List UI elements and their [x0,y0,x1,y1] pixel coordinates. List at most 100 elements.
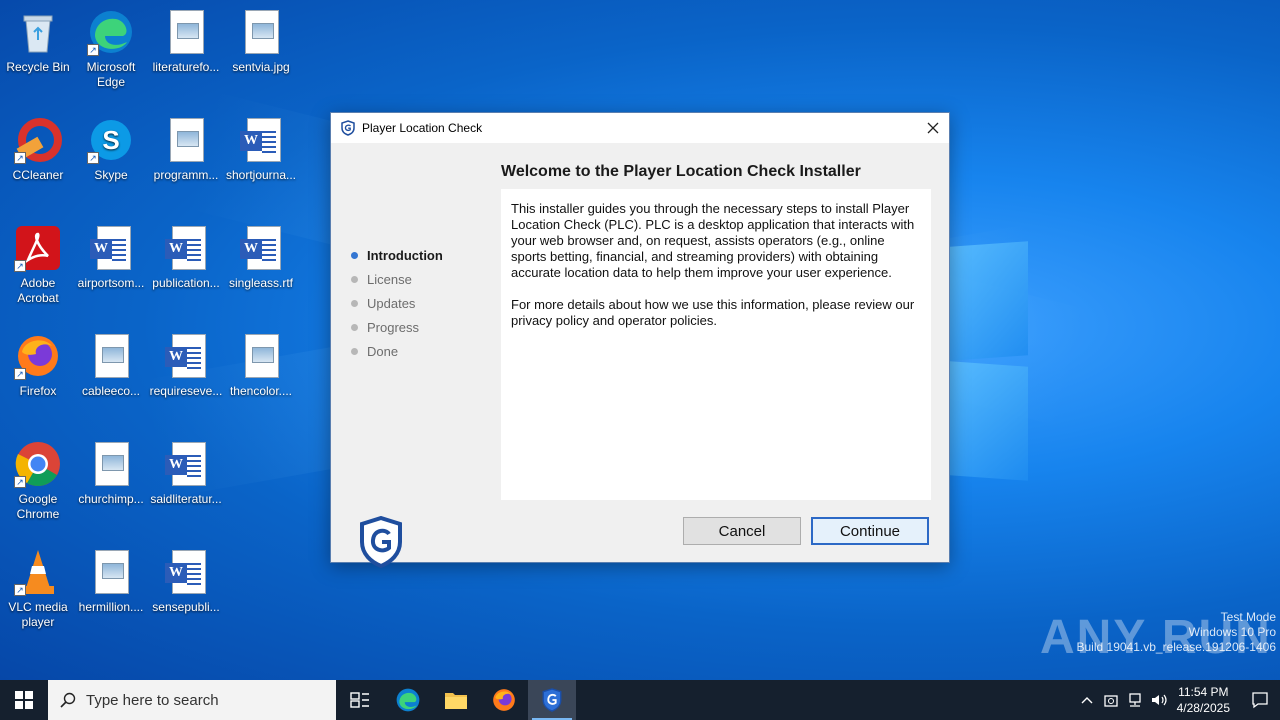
shortcut-arrow-icon: ↗ [14,368,26,380]
step-dot-icon [351,275,358,283]
taskbar-player-location-check[interactable] [528,680,576,720]
google-chrome-icon: ↗ [14,440,62,488]
word-document-icon: W [162,224,210,272]
image-file-icon [87,440,135,488]
desktop-icon-file[interactable]: programm... [148,116,224,183]
desktop-icon-recycle-bin[interactable]: Recycle Bin [0,8,76,75]
installer-heading: Welcome to the Player Location Check Ins… [501,163,861,180]
chevron-up-icon [1081,697,1093,704]
notification-icon [1252,692,1268,709]
shortcut-arrow-icon: ↗ [14,584,26,596]
step-dot-icon [351,299,358,307]
image-file-icon [87,548,135,596]
close-icon [927,122,939,134]
svg-text:S: S [102,125,119,155]
shield-icon [341,120,355,136]
desktop-icon-label: thencolor.... [229,384,293,398]
close-button[interactable] [917,113,949,143]
dialog-titlebar[interactable]: Player Location Check [331,113,949,143]
desktop-icon-ccleaner[interactable]: ↗ CCleaner [0,116,76,183]
shortcut-arrow-icon: ↗ [14,260,26,272]
intro-paragraph: This installer guides you through the ne… [511,201,915,280]
desktop-icon-skype[interactable]: S ↗ Skype [73,116,149,183]
desktop-icon-label: Microsoft Edge [86,60,136,89]
dialog-body: Welcome to the Player Location Check Ins… [331,143,949,568]
tray-volume-button[interactable] [1147,680,1171,720]
desktop-icon-adobe-acrobat[interactable]: ↗ Adobe Acrobat [0,224,76,306]
watermark-line: Build 19041.vb_release.191206-1406 [1076,640,1277,654]
adobe-acrobat-icon: ↗ [14,224,62,272]
desktop-icon-file[interactable]: W saidliteratur... [148,440,224,507]
firefox-icon [493,689,515,711]
step-progress: Progress [351,315,443,339]
edge-icon [396,688,420,712]
word-document-icon: W [162,332,210,380]
image-file-icon [162,8,210,56]
image-file-icon [162,116,210,164]
taskbar-edge[interactable] [384,680,432,720]
network-icon [1128,693,1141,707]
tray-security-button[interactable] [1099,680,1123,720]
desktop-icon-microsoft-edge[interactable]: ↗ Microsoft Edge [73,8,149,90]
step-dot-icon [351,251,358,259]
word-document-icon: W [162,548,210,596]
image-file-icon [237,332,285,380]
desktop-icon-google-chrome[interactable]: ↗ Google Chrome [0,440,76,522]
step-dot-icon [351,347,358,355]
firefox-icon: ↗ [14,332,62,380]
start-button[interactable] [0,680,48,720]
shortcut-arrow-icon: ↗ [87,152,99,164]
desktop-icon-file[interactable]: W sensepubli... [148,548,224,615]
plc-shield-logo-icon [360,516,402,568]
taskbar-clock[interactable]: 11:54 PM 4/28/2025 [1177,684,1230,716]
installer-steps: Introduction License Updates Progress Do… [351,243,443,363]
search-placeholder: Type here to search [86,691,219,709]
desktop-icon-vlc[interactable]: ↗ VLC media player [0,548,76,630]
windows-logo-pane [950,361,1028,481]
clock-date: 4/28/2025 [1176,701,1230,715]
show-hidden-icons-button[interactable] [1075,680,1099,720]
shortcut-arrow-icon: ↗ [87,44,99,56]
continue-button[interactable]: Continue [811,517,929,545]
introduction-text-panel: This installer guides you through the ne… [501,189,931,500]
desktop-icon-file[interactable]: W singleass.rtf [223,224,299,291]
desktop-icon-file[interactable]: W airportsom... [73,224,149,291]
desktop-icon-label: programm... [153,168,219,182]
taskbar-file-explorer[interactable] [432,680,480,720]
step-label: Updates [367,295,416,311]
windows-logo-pane [950,241,1028,361]
cancel-button[interactable]: Cancel [683,517,801,545]
tray-network-button[interactable] [1123,680,1147,720]
desktop-icon-file[interactable]: sentvia.jpg [223,8,299,75]
desktop-icon-label: requireseve... [149,384,223,398]
desktop-icon-label: cableeco... [81,384,141,398]
desktop-icon-firefox[interactable]: ↗ Firefox [0,332,76,399]
desktop-icon-file[interactable]: cableeco... [73,332,149,399]
desktop-icon-file[interactable]: churchimp... [73,440,149,507]
desktop-icon-file[interactable]: hermillion.... [73,548,149,615]
camera-icon [1103,695,1118,707]
windows-test-mode-watermark: Test Mode Windows 10 Pro Build 19041.vb_… [1077,610,1277,655]
image-file-icon [237,8,285,56]
desktop-icon-file[interactable]: W publication... [148,224,224,291]
taskbar-search-box[interactable]: Type here to search [48,680,336,720]
action-center-button[interactable] [1240,680,1280,720]
step-updates: Updates [351,291,443,315]
desktop-icon-file[interactable]: W shortjourna... [223,116,299,183]
desktop-icon-file[interactable]: literaturefo... [148,8,224,75]
desktop-icon-label: sensepubli... [152,600,220,614]
skype-icon: S ↗ [87,116,135,164]
step-label: Done [367,343,399,359]
taskbar-firefox[interactable] [480,680,528,720]
desktop-icon-label: singleass.rtf [228,276,294,290]
image-file-icon [87,332,135,380]
desktop-icon-label: CCleaner [12,168,64,182]
desktop-icon-label: sentvia.jpg [232,60,290,74]
desktop-icon-file[interactable]: thencolor.... [223,332,299,399]
step-label: License [367,271,412,287]
task-view-button[interactable] [336,680,384,720]
vlc-cone-icon: ↗ [14,548,62,596]
desktop-icon-file[interactable]: W requireseve... [148,332,224,399]
desktop-icon-label: airportsom... [77,276,145,290]
speaker-icon [1151,694,1167,706]
